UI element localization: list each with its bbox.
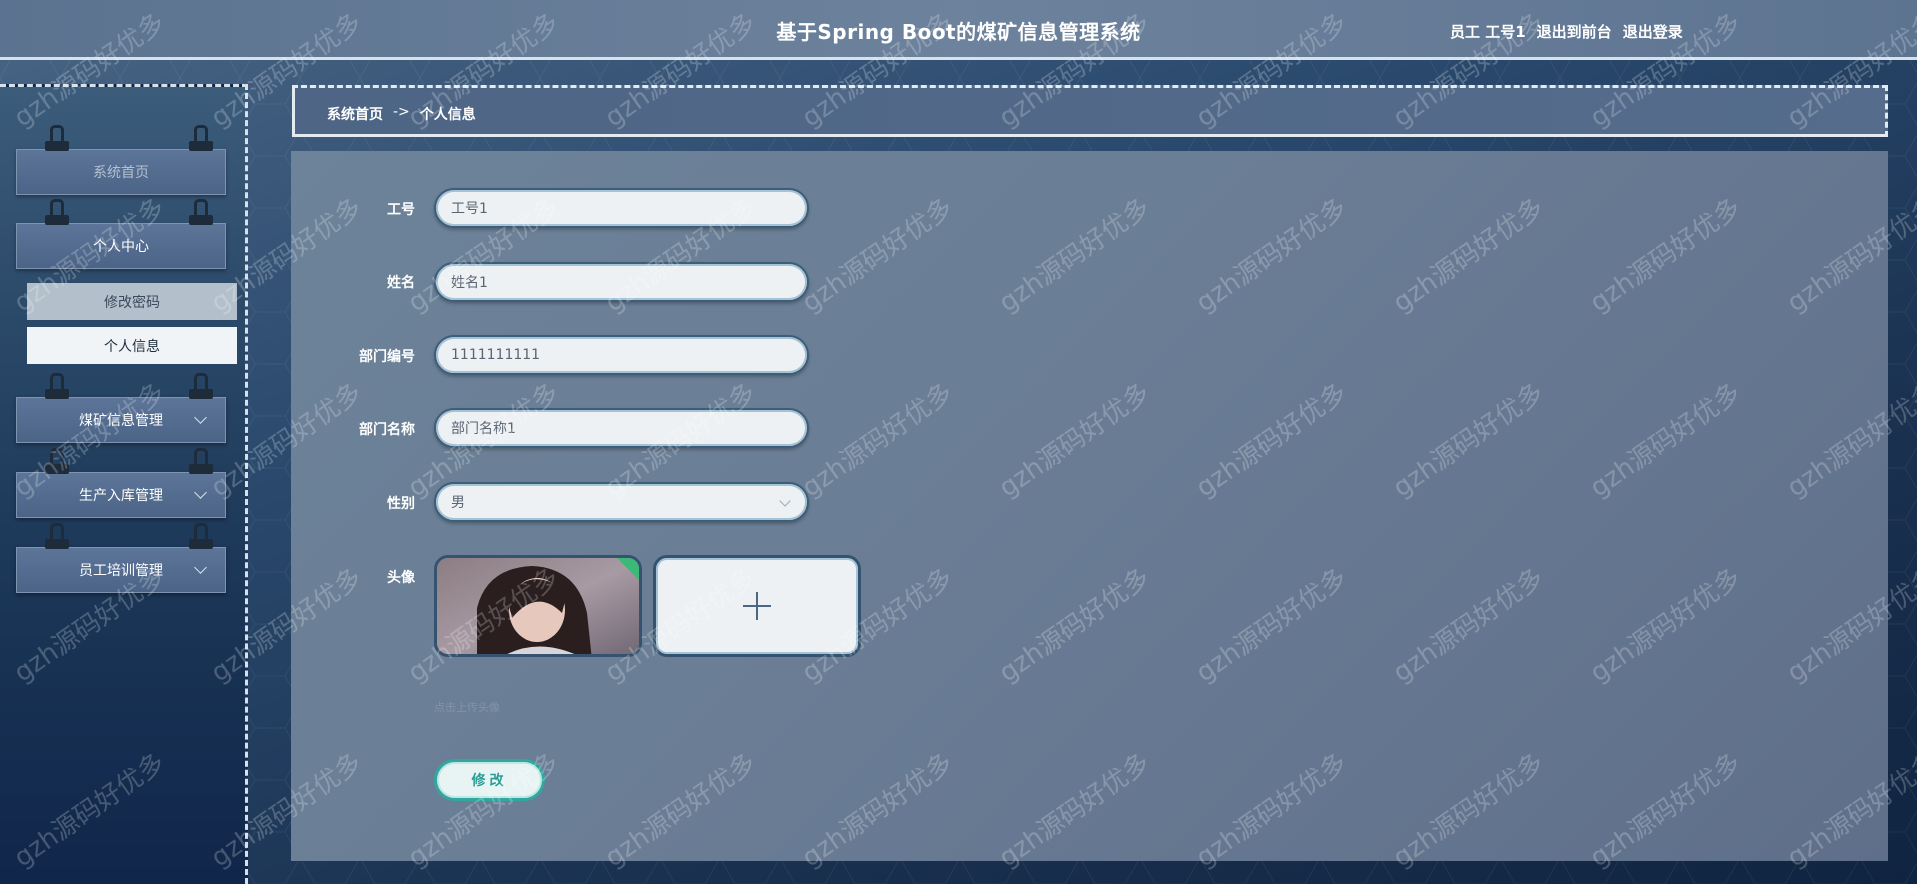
sidebar-subitem-label: 个人信息 <box>104 338 160 355</box>
gender-label: 性别 <box>387 496 415 512</box>
sidebar-item-personal-center[interactable]: 个人中心 <box>16 199 226 269</box>
binder-clip-icon <box>45 125 69 153</box>
sidebar-item-label: 生产入库管理 <box>79 488 163 504</box>
sidebar-item-home[interactable]: 系统首页 <box>16 125 226 195</box>
avatar-preview[interactable] <box>434 555 642 657</box>
department-name-input[interactable]: 部门名称1 <box>434 408 809 448</box>
exit-to-front-link[interactable]: 退出到前台 <box>1537 21 1612 42</box>
chevron-down-icon <box>194 486 207 499</box>
binder-clip-icon <box>189 199 213 227</box>
department-id-input[interactable]: 1111111111 <box>434 335 809 375</box>
sidebar-item-label: 系统首页 <box>93 165 149 181</box>
logout-link[interactable]: 退出登录 <box>1623 21 1683 42</box>
employee-id-input[interactable]: 工号1 <box>434 188 809 228</box>
binder-clip-icon <box>45 199 69 227</box>
current-user-label: 员工 工号1 <box>1450 23 1526 41</box>
avatar-label: 头像 <box>387 570 415 586</box>
chevron-down-icon <box>194 411 207 424</box>
binder-clip-icon <box>45 373 69 401</box>
breadcrumb: 系统首页 -> 个人信息 <box>292 85 1888 137</box>
sidebar-item-label: 煤矿信息管理 <box>79 413 163 429</box>
department-name-label: 部门名称 <box>359 422 415 438</box>
breadcrumb-separator: -> <box>393 104 410 120</box>
sidebar-item-production[interactable]: 生产入库管理 <box>16 448 226 518</box>
breadcrumb-trail: 系统首页 -> 个人信息 <box>327 104 476 124</box>
sidebar-item-label: 员工培训管理 <box>79 563 163 579</box>
binder-clip-icon <box>189 125 213 153</box>
employee-id-label: 工号 <box>387 202 415 218</box>
breadcrumb-current: 个人信息 <box>419 107 476 123</box>
top-header: 基于Spring Boot的煤矿信息管理系统 员工 工号1 退出到前台 退出登录 <box>0 0 1917 60</box>
sidebar-subitem-personal-info[interactable]: 个人信息 <box>27 327 237 364</box>
name-label: 姓名 <box>387 275 415 291</box>
upload-hint: 点击上传头像 <box>434 701 500 714</box>
gender-select-value: 男 <box>451 495 465 511</box>
sidebar-item-training[interactable]: 员工培训管理 <box>16 523 226 593</box>
binder-clip-icon <box>189 373 213 401</box>
sidebar-subitem-change-password[interactable]: 修改密码 <box>27 283 237 320</box>
profile-form-panel: 工号 工号1 姓名 姓名1 部门编号 1111111111 部门名称 部门名称1… <box>291 151 1888 861</box>
submit-button[interactable]: 修改 <box>434 759 545 801</box>
sidebar-item-coal-info[interactable]: 煤矿信息管理 <box>16 373 226 443</box>
binder-clip-icon <box>45 448 69 476</box>
breadcrumb-home-link[interactable]: 系统首页 <box>327 104 383 124</box>
sidebar-subitem-label: 修改密码 <box>104 294 160 311</box>
department-id-label: 部门编号 <box>359 349 415 365</box>
user-area: 员工 工号1 退出到前台 退出登录 <box>1450 21 1683 42</box>
sidebar: 系统首页 个人中心 修改密码 个人信息 煤矿信息管理 生产入库管理 员工培训管理 <box>0 84 248 884</box>
sidebar-item-label: 个人中心 <box>93 239 149 255</box>
plus-icon <box>743 592 771 620</box>
binder-clip-icon <box>189 523 213 551</box>
chevron-down-icon <box>194 561 207 574</box>
name-input[interactable]: 姓名1 <box>434 262 809 302</box>
binder-clip-icon <box>189 448 213 476</box>
chevron-down-icon <box>779 495 791 507</box>
avatar-upload-button[interactable] <box>653 555 861 657</box>
avatar-image <box>437 558 639 654</box>
binder-clip-icon <box>45 523 69 551</box>
gender-select[interactable]: 男 <box>434 482 809 522</box>
